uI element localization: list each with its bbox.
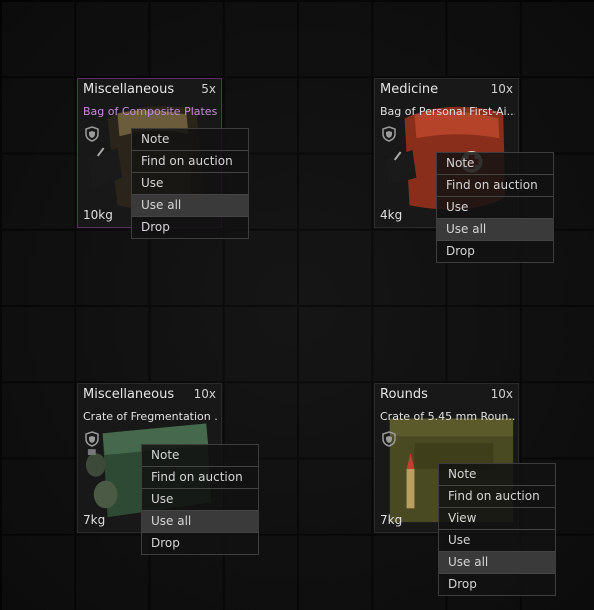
item-name: Crate of Fregmentation ...: [83, 410, 218, 423]
shield-icon: [382, 126, 396, 142]
menu-note[interactable]: Note: [132, 129, 248, 151]
item-weight: 10kg: [83, 208, 113, 222]
item-quantity: 10x: [193, 387, 216, 401]
item-weight: 7kg: [380, 513, 403, 527]
context-menu: Note Find on auction Use Use all Drop: [131, 128, 249, 239]
item-quantity: 10x: [490, 82, 513, 96]
menu-use[interactable]: Use: [142, 489, 258, 511]
menu-drop[interactable]: Drop: [439, 574, 555, 595]
shield-icon: [85, 126, 99, 142]
menu-drop[interactable]: Drop: [132, 217, 248, 238]
item-category: Miscellaneous: [83, 387, 175, 402]
menu-use-all[interactable]: Use all: [437, 219, 553, 241]
item-weight: 7kg: [83, 513, 106, 527]
item-name: Bag of Composite Plates...: [83, 105, 218, 118]
menu-note[interactable]: Note: [142, 445, 258, 467]
menu-use-all[interactable]: Use all: [142, 511, 258, 533]
context-menu: Note Find on auction Use Use all Drop: [141, 444, 259, 555]
menu-drop[interactable]: Drop: [142, 533, 258, 554]
item-category: Miscellaneous: [83, 82, 175, 97]
item-name: Bag of Personal First-Ai...: [380, 105, 515, 118]
context-menu: Note Find on auction View Use Use all Dr…: [438, 463, 556, 596]
item-name: Crate of 5.45 mm Roun...: [380, 410, 515, 423]
menu-find-on-auction[interactable]: Find on auction: [132, 151, 248, 173]
menu-find-on-auction[interactable]: Find on auction: [142, 467, 258, 489]
menu-use[interactable]: Use: [439, 530, 555, 552]
item-quantity: 5x: [201, 82, 216, 96]
item-weight: 4kg: [380, 208, 403, 222]
menu-use[interactable]: Use: [437, 197, 553, 219]
item-category: Medicine: [380, 82, 439, 97]
menu-use[interactable]: Use: [132, 173, 248, 195]
menu-view[interactable]: View: [439, 508, 555, 530]
menu-note[interactable]: Note: [437, 153, 553, 175]
menu-find-on-auction[interactable]: Find on auction: [437, 175, 553, 197]
item-quantity: 10x: [490, 387, 513, 401]
shield-icon: [85, 431, 99, 447]
menu-find-on-auction[interactable]: Find on auction: [439, 486, 555, 508]
menu-drop[interactable]: Drop: [437, 241, 553, 262]
menu-use-all[interactable]: Use all: [439, 552, 555, 574]
menu-use-all[interactable]: Use all: [132, 195, 248, 217]
item-category: Rounds: [380, 387, 428, 402]
context-menu: Note Find on auction Use Use all Drop: [436, 152, 554, 263]
menu-note[interactable]: Note: [439, 464, 555, 486]
shield-icon: [382, 431, 396, 447]
